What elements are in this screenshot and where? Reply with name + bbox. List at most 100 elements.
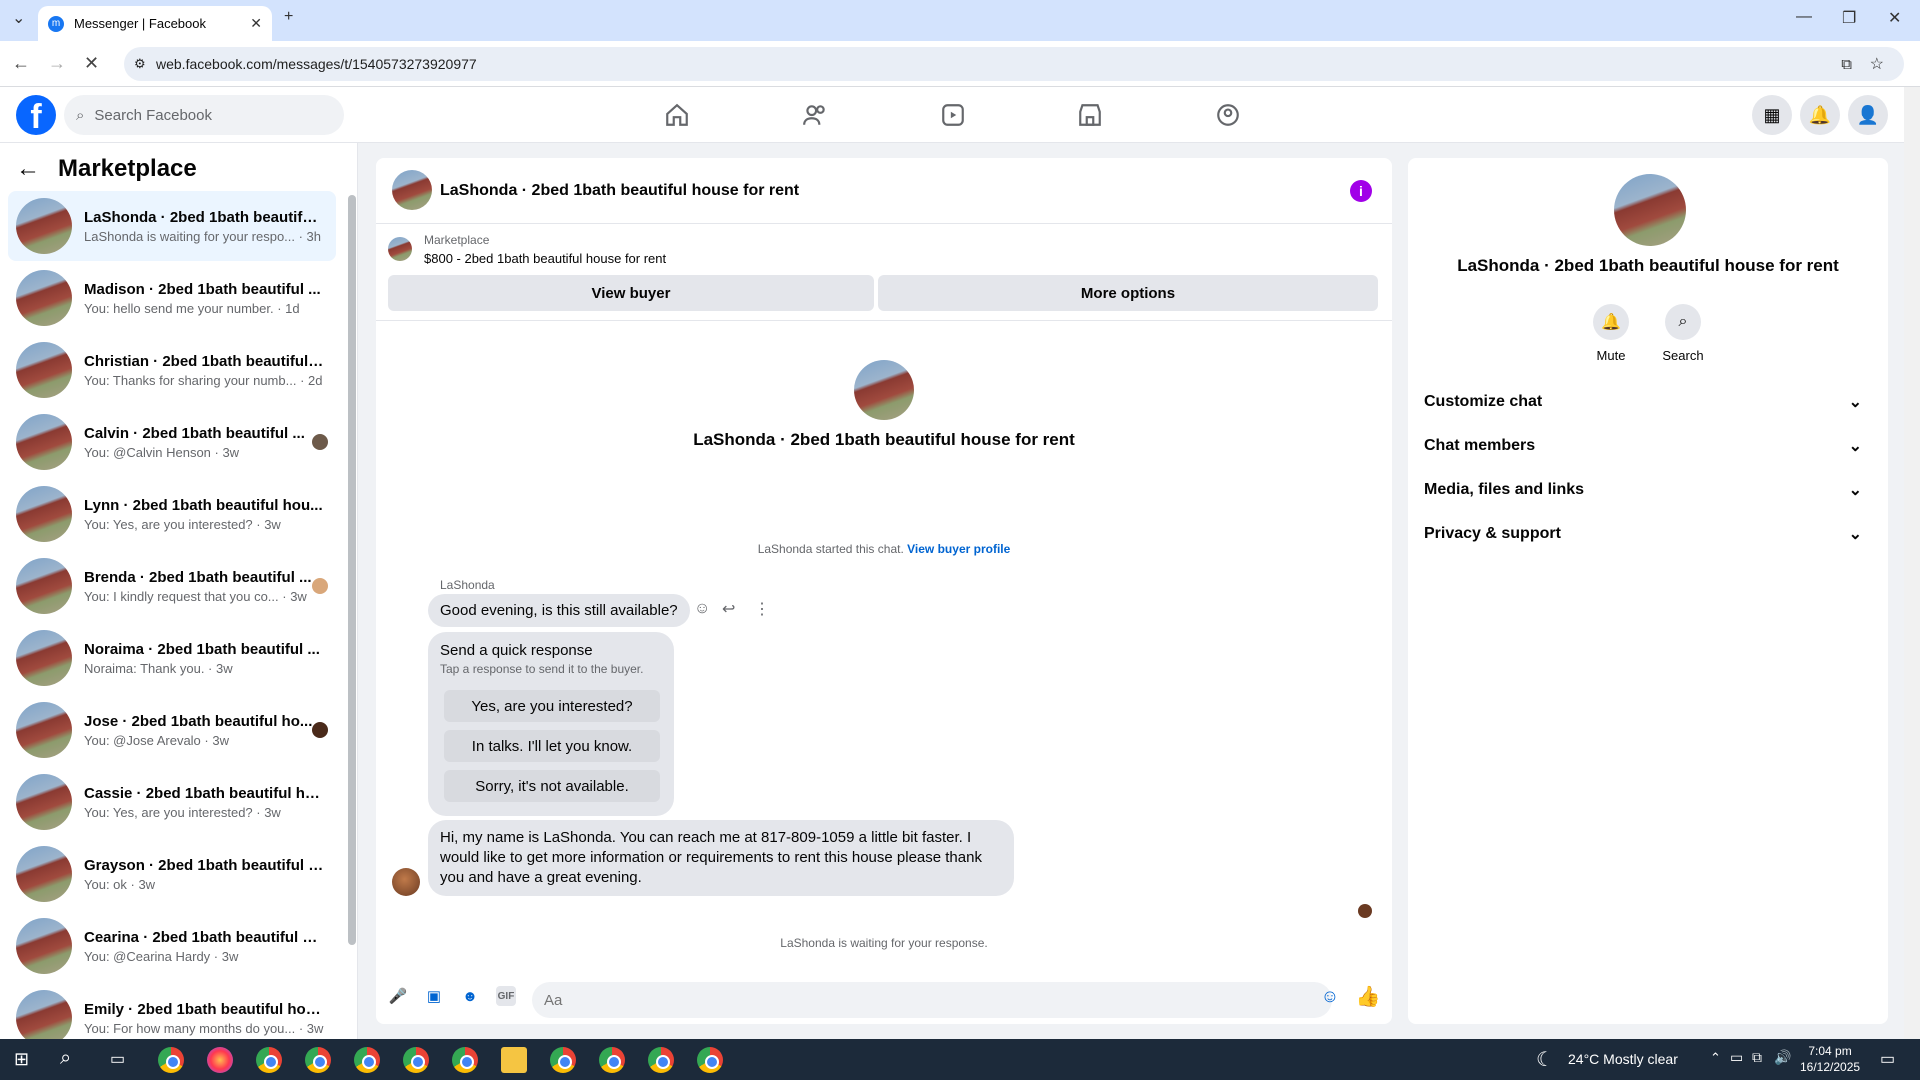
chrome-icon[interactable] [452,1047,478,1073]
mute-label: Mute [1596,348,1626,363]
conversation-item[interactable]: LaShonda · 2bed 1bath beautiful... LaShon… [8,191,336,261]
chrome-icon[interactable] [403,1047,429,1073]
message-bubble[interactable]: Hi, my name is LaShonda. You can reach m… [428,820,1014,896]
avatar [16,774,72,830]
view-buyer-button[interactable]: View buyer [388,275,874,311]
avatar [16,342,72,398]
sticker-icon[interactable]: ☻ [460,986,480,1006]
thumbs-up-icon[interactable]: 👍 [1356,986,1381,1008]
chrome-icon[interactable] [158,1047,184,1073]
forward-icon[interactable]: → [48,53,66,74]
emoji-icon[interactable]: ☺ [1320,986,1340,1006]
conversation-item[interactable]: Madison · 2bed 1bath beautiful ... You: h… [8,263,336,333]
chrome-icon[interactable] [550,1047,576,1073]
seen-avatar [312,578,328,594]
search-button[interactable]: ⌕ Search [1653,304,1713,363]
privacy-support-row[interactable]: Privacy & support ⌄ [1424,514,1872,554]
listing-title[interactable]: $800 - 2bed 1bath beautiful house for re… [424,251,666,266]
conversation-item[interactable]: Noraima · 2bed 1bath beautiful ... Noraim… [8,623,336,693]
browser-tab[interactable]: m Messenger | Facebook ✕ [38,6,272,41]
video-icon[interactable] [933,97,973,133]
system-clock[interactable]: 7:04 pm 16/12/2025 [1800,1043,1860,1075]
back-icon[interactable]: ← [12,53,30,74]
quick-response-button[interactable]: Yes, are you interested? [444,690,660,722]
quick-response-button[interactable]: In talks. I'll let you know. [444,730,660,762]
conversation-item[interactable]: Cassie · 2bed 1bath beautiful ho... You: … [8,767,336,837]
conversation-list-scrollbar[interactable] [348,195,356,945]
friends-icon[interactable] [795,97,835,133]
tab-search-icon[interactable]: ⌄ [12,8,25,28]
chrome-icon[interactable] [599,1047,625,1073]
more-options-button[interactable]: More options [878,275,1378,311]
task-view-icon[interactable]: ▭ [110,1049,125,1069]
gaming-icon[interactable] [1208,97,1248,133]
message-bubble[interactable]: Good evening, is this still available? [428,594,690,627]
view-buyer-profile-link[interactable]: View buyer profile [907,542,1010,556]
chrome-icon[interactable] [256,1047,282,1073]
site-info-icon[interactable]: ⚙ [134,56,146,72]
restore-icon[interactable]: ❐ [1842,8,1856,28]
chat-avatar[interactable] [392,170,432,210]
conversation-item[interactable]: Grayson · 2bed 1bath beautiful h... You: … [8,839,336,909]
row-label: Privacy & support [1424,525,1561,542]
tray-chevron-icon[interactable]: ⌃ [1710,1050,1721,1066]
conversation-item[interactable]: Jose · 2bed 1bath beautiful ho... You: @J… [8,695,336,765]
facebook-logo-icon[interactable]: f [16,95,56,135]
info-icon[interactable]: i [1350,180,1372,202]
conversation-item[interactable]: Lynn · 2bed 1bath beautiful hou... You: Y… [8,479,336,549]
bookmark-star-icon[interactable]: ☆ [1870,54,1884,74]
chevron-down-icon: ⌄ [1848,438,1862,455]
back-arrow-icon[interactable]: ← [16,155,40,183]
weather-text[interactable]: 24°C Mostly clear [1568,1051,1678,1067]
conversation-item[interactable]: Christian · 2bed 1bath beautiful ... You:… [8,335,336,405]
volume-icon[interactable]: 🔊 [1774,1049,1791,1066]
window-close-icon[interactable]: ✕ [1888,8,1901,28]
stop-loading-icon[interactable]: ✕ [84,53,99,74]
facebook-search-input[interactable]: ⌕ Search Facebook [64,95,344,135]
firefox-icon[interactable] [207,1047,233,1073]
message-input[interactable] [532,982,1332,1018]
menu-grid-icon[interactable]: ▦ [1752,95,1792,135]
seen-avatar [312,722,328,738]
file-explorer-icon[interactable] [501,1047,527,1073]
chrome-icon[interactable] [305,1047,331,1073]
microphone-icon[interactable]: 🎤 [388,986,408,1006]
conversation-item[interactable]: Emily · 2bed 1bath beautiful hou... You: … [8,983,336,1039]
display-icon[interactable]: ⧉ [1752,1049,1762,1066]
home-icon[interactable] [657,97,697,133]
chat-title[interactable]: LaShonda · 2bed 1bath beautiful house fo… [440,182,799,200]
network-icon[interactable]: ▭ [1730,1049,1743,1066]
quick-response-button[interactable]: Sorry, it's not available. [444,770,660,802]
chrome-icon[interactable] [354,1047,380,1073]
contact-name: LaShonda · 2bed 1bath beautiful house fo… [693,430,1075,449]
react-emoji-icon[interactable]: ☺ [694,600,710,618]
install-app-icon[interactable]: ⧉ [1841,56,1852,73]
minimize-icon[interactable]: — [1796,8,1812,26]
chat-members-row[interactable]: Chat members ⌄ [1424,426,1872,466]
media-files-links-row[interactable]: Media, files and links ⌄ [1424,470,1872,510]
taskbar-search-icon[interactable]: ⌕ [60,1047,71,1070]
photo-icon[interactable]: ▣ [424,986,444,1006]
waiting-notice: LaShonda is waiting for your response. [780,936,988,950]
customize-chat-row[interactable]: Customize chat ⌄ [1424,382,1872,422]
conversation-item[interactable]: Cearina · 2bed 1bath beautiful h... You: … [8,911,336,981]
page-scrollbar[interactable] [1904,87,1920,1039]
tab-close-icon[interactable]: ✕ [250,15,262,32]
new-tab-icon[interactable]: + [284,8,293,26]
reply-icon[interactable]: ↩ [722,599,735,619]
marketplace-icon[interactable] [1070,97,1110,133]
url-field[interactable]: ⚙ web.facebook.com/messages/t/1540573273… [124,47,1904,81]
conversation-item[interactable]: Brenda · 2bed 1bath beautiful ... You: I … [8,551,336,621]
conversation-name: Cassie · 2bed 1bath beautiful ho... [84,784,324,802]
mute-button[interactable]: 🔔 Mute [1581,304,1641,363]
chrome-icon[interactable] [697,1047,723,1073]
more-vertical-icon[interactable]: ⋮ [754,599,770,619]
account-avatar[interactable]: 👤 [1848,95,1888,135]
chrome-icon[interactable] [648,1047,674,1073]
conversation-item[interactable]: Calvin · 2bed 1bath beautiful ... You: @C… [8,407,336,477]
notification-center-icon[interactable]: ▭ [1880,1049,1895,1069]
notifications-bell-icon[interactable]: 🔔 [1800,95,1840,135]
windows-start-icon[interactable]: ⊞ [14,1049,29,1070]
weather-moon-icon: ☾ [1536,1049,1554,1071]
gif-icon[interactable]: GIF [496,986,516,1006]
